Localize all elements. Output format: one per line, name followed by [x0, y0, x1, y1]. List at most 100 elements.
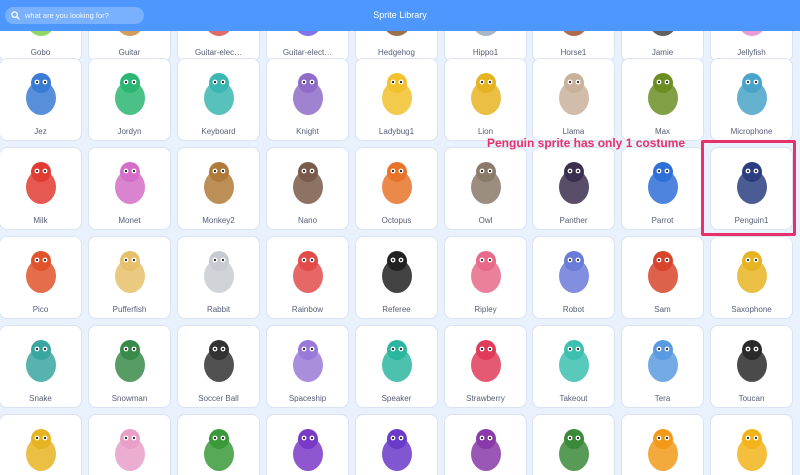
sprite-tile[interactable]: Octopus	[355, 147, 438, 230]
sprite-name: Horse1	[560, 48, 587, 57]
sprite-name: Lion	[477, 127, 494, 136]
sprite-name: Snowman	[111, 394, 148, 403]
jamie-icon	[651, 31, 674, 36]
sprite-name: Strawberry	[466, 394, 505, 403]
snowman-icon	[114, 340, 145, 382]
sprite-tile[interactable]: Robot	[532, 236, 615, 319]
sprite-name: Hedgehog	[378, 48, 415, 57]
sprite-grid: Gobo Guitar Guitar-elec… Guitar-elect… Hedge…	[0, 31, 800, 475]
trumpet-icon	[25, 429, 56, 471]
saxophone-icon	[736, 251, 767, 293]
library-header: Sprite Library	[0, 0, 800, 31]
sprite-tile[interactable]: Spaceship	[266, 325, 349, 408]
sprite-tile[interactable]: Referee	[355, 236, 438, 319]
soccer-ball-icon	[203, 340, 234, 382]
unicorn-icon	[114, 429, 145, 471]
sprite-name: Monet	[118, 216, 141, 225]
parrot-icon	[647, 162, 678, 204]
sprite-tile[interactable]: Pufferfish	[88, 236, 171, 319]
tera-icon	[647, 340, 678, 382]
sprite-tile[interactable]	[266, 414, 349, 475]
sprite-tile[interactable]: Speaker	[355, 325, 438, 408]
sprite-tile[interactable]	[355, 414, 438, 475]
nano-icon	[292, 162, 323, 204]
monkey-icon	[203, 162, 234, 204]
sprite-tile[interactable]	[88, 414, 171, 475]
ladybug-icon	[381, 73, 412, 115]
milk-icon	[25, 162, 56, 204]
sprite-tile[interactable]: Strawberry	[444, 325, 527, 408]
horse-icon	[562, 31, 585, 36]
guitar-icon	[118, 31, 141, 36]
wizard-toad-icon	[558, 429, 589, 471]
sprite-tile[interactable]	[177, 414, 260, 475]
sprite-tile[interactable]: Owl	[444, 147, 527, 230]
page-title: Sprite Library	[373, 10, 427, 20]
sprite-name: Sam	[654, 305, 671, 314]
sprite-tile[interactable]	[710, 414, 793, 475]
sprite-name: Jamie	[651, 48, 674, 57]
sprite-tile[interactable]	[444, 414, 527, 475]
snake-icon	[25, 340, 56, 382]
sprite-tile[interactable]: Lion	[444, 58, 527, 141]
sprite-name: Spaceship	[288, 394, 327, 403]
microphone-icon	[736, 73, 767, 115]
sprite-tile[interactable]: Ladybug1	[355, 58, 438, 141]
sprite-name: Tera	[654, 394, 671, 403]
sprite-tile[interactable]: Milk	[0, 147, 82, 230]
sprite-tile[interactable]: Ripley	[444, 236, 527, 319]
sprite-name: Monkey2	[202, 216, 235, 225]
sprite-tile[interactable]	[532, 414, 615, 475]
sprite-tile[interactable]	[0, 414, 82, 475]
sprite-tile[interactable]: Takeout	[532, 325, 615, 408]
sprite-tile[interactable]: Llama	[532, 58, 615, 141]
sprite-tile[interactable]: Rainbow	[266, 236, 349, 319]
sprite-tile[interactable]: Toucan	[710, 325, 793, 408]
hedgehog-icon	[385, 31, 408, 36]
robot-icon	[558, 251, 589, 293]
sprite-tile[interactable]: Jordyn	[88, 58, 171, 141]
electric-guitar-2-icon	[296, 31, 319, 36]
electric-guitar-icon	[207, 31, 230, 36]
spaceship-icon	[292, 340, 323, 382]
sprite-tile[interactable]: Tera	[621, 325, 704, 408]
sprite-tile[interactable]: Knight	[266, 58, 349, 141]
sprite-tile[interactable]: Rabbit	[177, 236, 260, 319]
sprite-tile[interactable]: Parrot	[621, 147, 704, 230]
max-icon	[647, 73, 678, 115]
sprite-tile[interactable]: Max	[621, 58, 704, 141]
sprite-name: Soccer Ball	[198, 394, 239, 403]
gobo-icon	[29, 31, 52, 36]
letter-b-icon	[736, 429, 767, 471]
sprite-tile[interactable]: Panther	[532, 147, 615, 230]
sprite-tile[interactable]: Soccer Ball	[177, 325, 260, 408]
sprite-tile[interactable]: Keyboard	[177, 58, 260, 141]
hippo-icon	[474, 31, 497, 36]
sprite-tile[interactable]: Monkey2	[177, 147, 260, 230]
sprite-tile[interactable]: Sam	[621, 236, 704, 319]
watermelon-icon	[203, 429, 234, 471]
pico-icon	[25, 251, 56, 293]
sprite-tile[interactable]: Pico	[0, 236, 82, 319]
sprite-name: Keyboard	[201, 127, 236, 136]
sprite-name: Jellyfish	[737, 48, 766, 57]
sprite-tile[interactable]: Microphone	[710, 58, 793, 141]
sprite-name: Ripley	[474, 305, 497, 314]
sprite-tile[interactable]: Monet	[88, 147, 171, 230]
sprite-tile[interactable]: Snake	[0, 325, 82, 408]
sprite-name: Guitar-elec…	[194, 48, 243, 57]
sprite-tile[interactable]	[621, 414, 704, 475]
sprite-tile[interactable]: Snowman	[88, 325, 171, 408]
octopus-icon	[381, 162, 412, 204]
sprite-tile[interactable]: Nano	[266, 147, 349, 230]
sprite-tile[interactable]: Saxophone	[710, 236, 793, 319]
monet-icon	[114, 162, 145, 204]
sprite-tile[interactable]: Jez	[0, 58, 82, 141]
sprite-name: Milk	[33, 216, 48, 225]
sprite-name: Pico	[32, 305, 49, 314]
sprite-name: Rainbow	[291, 305, 324, 314]
sprite-name: Ladybug1	[378, 127, 415, 136]
sprite-name: Guitar-elect…	[282, 48, 333, 57]
sprite-name: Takeout	[559, 394, 588, 403]
wizard-icon	[381, 429, 412, 471]
